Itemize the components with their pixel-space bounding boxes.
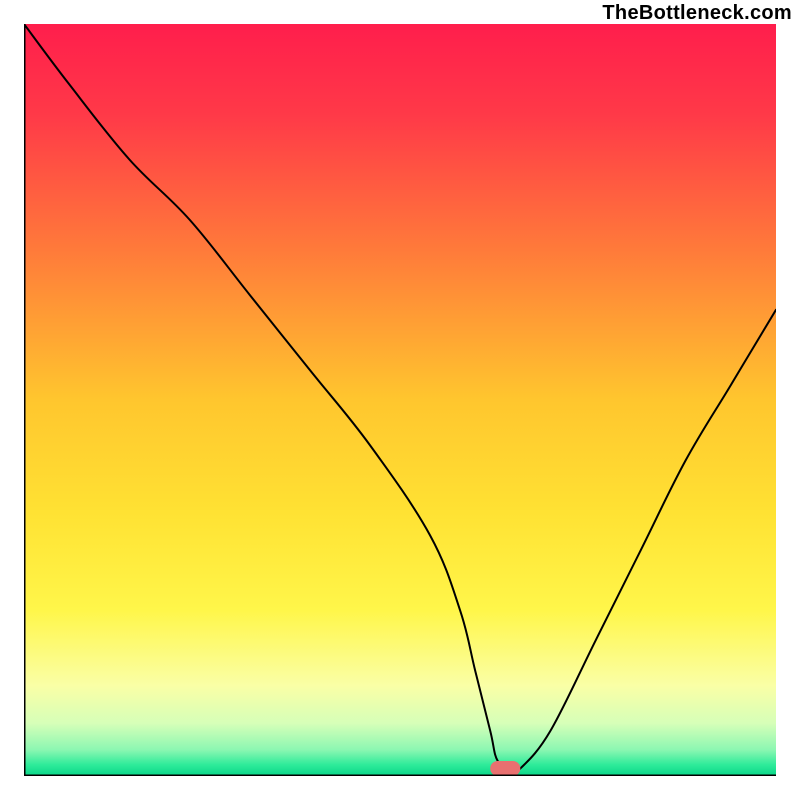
plot-area <box>24 24 776 776</box>
chart-svg <box>24 24 776 776</box>
attribution-label: TheBottleneck.com <box>602 2 792 25</box>
optimal-marker <box>490 761 520 776</box>
gradient-background <box>24 24 776 776</box>
bottleneck-chart: TheBottleneck.com <box>0 0 800 800</box>
